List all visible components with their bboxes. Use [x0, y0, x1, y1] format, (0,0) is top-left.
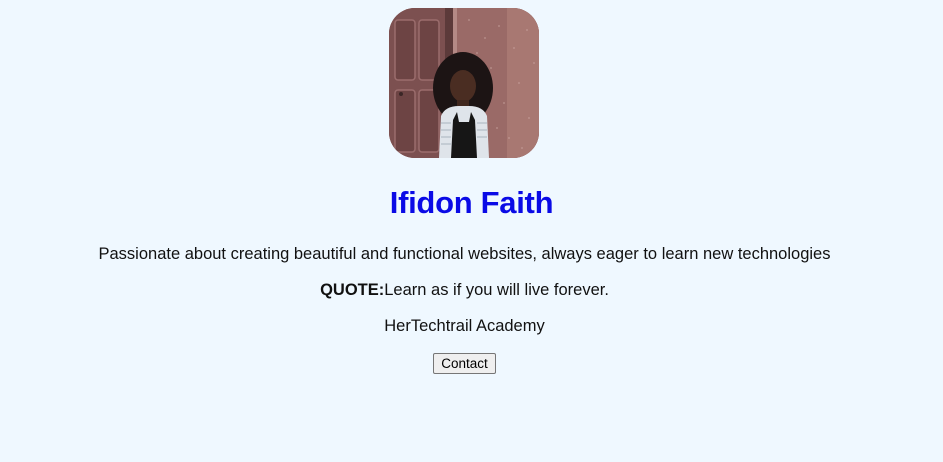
- profile-photo: [389, 8, 539, 158]
- profile-organization: HerTechtrail Academy: [384, 317, 545, 335]
- profile-name: Ifidon Faith: [389, 185, 554, 220]
- profile-photo-image: [389, 8, 539, 158]
- quote-text: Learn as if you will live forever.: [384, 281, 609, 299]
- profile-quote: QUOTE:Learn as if you will live forever.: [0, 279, 929, 301]
- quote-label: QUOTE:: [320, 281, 385, 299]
- contact-container: Contact: [0, 353, 929, 374]
- contact-button[interactable]: Contact: [433, 353, 496, 374]
- profile-bio: Passionate about creating beautiful and …: [98, 245, 831, 263]
- profile-card: Ifidon Faith Passionate about creating b…: [0, 0, 943, 462]
